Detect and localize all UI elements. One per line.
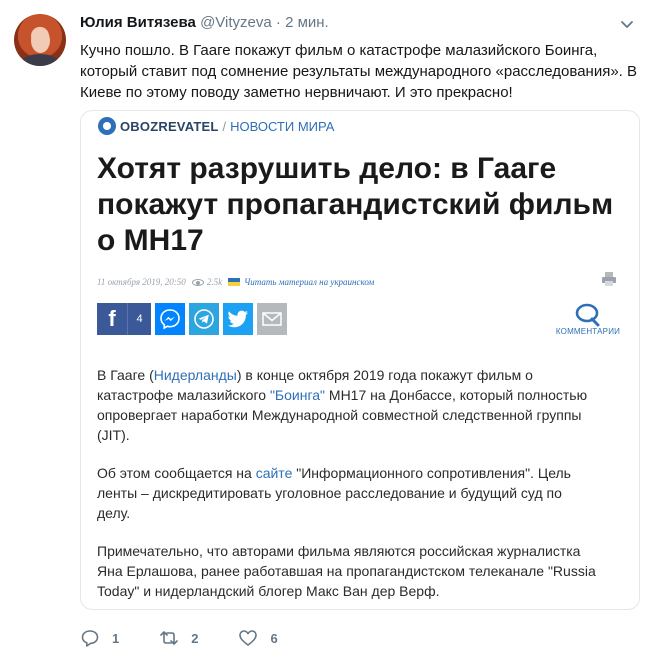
facebook-share-count: 4 — [127, 303, 151, 335]
tweet-actions: 1 2 6 — [80, 626, 318, 650]
link-card[interactable]: OBOZREVATEL / НОВОСТИ МИРА Хотят разруши… — [80, 110, 640, 610]
paragraph-text: Об этом сообщается на — [97, 465, 256, 481]
article-paragraph-2: Об этом сообщается на сайте "Информацион… — [97, 463, 597, 523]
obozrevatel-logo-icon — [98, 117, 116, 135]
article-headline: Хотят разрушить дело: в Гааге покажут пр… — [97, 152, 614, 257]
brand-bar: OBOZREVATEL / НОВОСТИ МИРА — [98, 114, 334, 138]
comments-label: КОММЕНТАРИИ — [555, 327, 621, 336]
view-count: 2.5k — [206, 277, 223, 287]
chevron-down-icon[interactable] — [619, 16, 635, 32]
article-date: 11 октября 2019, 20:50 — [97, 277, 186, 287]
messenger-icon — [160, 309, 180, 330]
avatar[interactable] — [14, 14, 66, 66]
like-count: 6 — [270, 630, 278, 646]
print-icon[interactable] — [601, 271, 617, 287]
site-link[interactable]: сайте — [256, 465, 293, 481]
twitter-icon — [227, 310, 248, 328]
comments-icon — [575, 303, 600, 327]
boeing-link[interactable]: "Боинга" — [270, 387, 325, 403]
like-icon — [239, 630, 258, 646]
reply-icon — [81, 630, 99, 647]
retweet-button[interactable]: 2 — [159, 628, 198, 648]
mail-share-button[interactable] — [257, 303, 287, 335]
translate-link[interactable]: Читать материал на украинском — [244, 277, 374, 287]
tweet-header: Юлия Витязева @Vityzeva · 2 мин. — [80, 14, 329, 34]
messenger-share-button[interactable] — [155, 303, 185, 335]
tweet-text: Кучно пошло. В Гааге покажут фильм о кат… — [80, 42, 638, 101]
brand-name: OBOZREVATEL — [120, 118, 219, 134]
brand-separator: / — [222, 118, 227, 134]
facebook-share-button[interactable]: f — [97, 303, 127, 335]
like-button[interactable]: 6 — [238, 628, 278, 648]
paragraph-text: В Гааге ( — [97, 367, 154, 383]
comments-link[interactable]: КОММЕНТАРИИ — [553, 303, 623, 339]
tweet-time[interactable]: 2 мин. — [285, 14, 329, 31]
netherlands-link[interactable]: Нидерланды — [154, 367, 237, 383]
avatar-face — [31, 28, 50, 53]
ukraine-flag-icon — [228, 278, 241, 286]
article-paragraph-3: Примечательно, что авторами фильма являю… — [97, 543, 596, 599]
telegram-share-button[interactable] — [189, 303, 219, 335]
reply-button[interactable]: 1 — [80, 628, 119, 648]
reply-count: 1 — [112, 630, 120, 646]
separator-dot: · — [275, 14, 281, 31]
article-meta: 11 октября 2019, 20:50 2.5k Читать матер… — [97, 275, 374, 289]
section-name[interactable]: НОВОСТИ МИРА — [230, 119, 334, 134]
telegram-icon — [194, 309, 214, 329]
share-row: f 4 — [97, 303, 287, 337]
avatar-shoulders — [20, 54, 60, 66]
mail-icon — [262, 312, 282, 326]
eye-icon — [191, 278, 204, 286]
author-name[interactable]: Юлия Витязева — [80, 14, 196, 31]
retweet-count: 2 — [191, 630, 199, 646]
article-paragraph-1: В Гааге (Нидерланды) в конце октября 201… — [97, 365, 597, 445]
facebook-icon: f — [108, 306, 116, 331]
twitter-share-button[interactable] — [223, 303, 253, 335]
retweet-icon — [160, 631, 179, 645]
author-handle[interactable]: @Vityzeva — [200, 14, 272, 31]
tweet: Юлия Витязева @Vityzeva · 2 мин. Кучно п… — [0, 0, 653, 661]
